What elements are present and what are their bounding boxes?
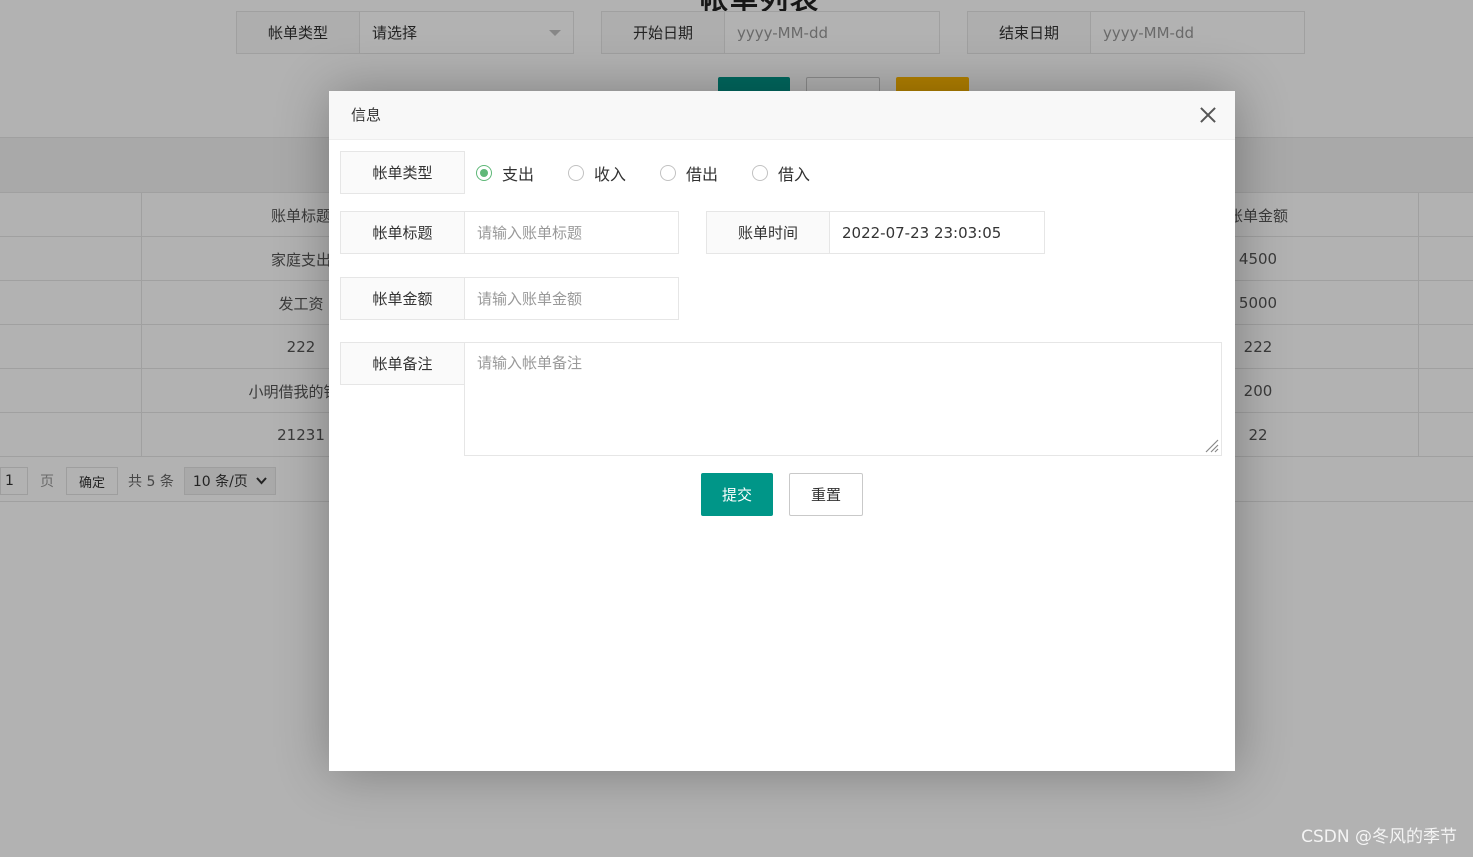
reset-button[interactable]: 重置	[789, 473, 863, 516]
remark-placeholder: 请输入帐单备注	[477, 354, 583, 372]
bill-remark-textarea[interactable]: 请输入帐单备注	[464, 342, 1222, 456]
bill-remark-label: 帐单备注	[340, 342, 465, 385]
close-icon[interactable]	[1199, 106, 1217, 124]
bill-remark-field: 帐单备注	[340, 342, 465, 385]
radio-expense[interactable]: 支出	[476, 161, 534, 185]
radio-label: 借出	[686, 164, 719, 184]
radio-unchecked-icon	[752, 164, 769, 181]
resize-handle-icon[interactable]	[1203, 437, 1219, 453]
bill-amount-field: 帐单金额 请输入账单金额	[340, 277, 679, 320]
bill-title-label: 帐单标题	[340, 211, 465, 254]
radio-label: 收入	[594, 164, 627, 184]
radio-income[interactable]: 收入	[568, 161, 626, 185]
radio-borrow-in[interactable]: 借入	[752, 161, 810, 185]
submit-button[interactable]: 提交	[701, 473, 773, 516]
radio-label: 借入	[778, 164, 811, 184]
dialog-header: 信息	[329, 91, 1235, 140]
radio-unchecked-icon	[568, 164, 585, 181]
bill-type-label: 帐单类型	[340, 151, 465, 194]
bill-amount-label: 帐单金额	[340, 277, 465, 320]
watermark: CSDN @冬风的季节	[1301, 827, 1457, 847]
bill-title-input[interactable]: 请输入账单标题	[465, 211, 679, 254]
radio-label: 支出	[502, 164, 535, 184]
bill-time-input[interactable]: 2022-07-23 23:03:05	[830, 211, 1045, 254]
radio-lend-out[interactable]: 借出	[660, 161, 718, 185]
bill-title-field: 帐单标题 请输入账单标题	[340, 211, 679, 254]
radio-unchecked-icon	[660, 164, 677, 181]
bill-time-field: 账单时间 2022-07-23 23:03:05	[706, 211, 1045, 254]
dialog-title: 信息	[351, 106, 382, 124]
bill-type-radio-group: 支出 收入 借出 借入	[476, 151, 844, 194]
bill-edit-dialog: 信息 帐单类型 支出 收入 借出 借入 帐单标题 请输入账单标题 账单时间 20…	[329, 91, 1235, 771]
bill-time-label: 账单时间	[706, 211, 830, 254]
radio-checked-icon	[476, 164, 492, 181]
bill-type-field: 帐单类型	[340, 151, 465, 194]
bill-amount-input[interactable]: 请输入账单金额	[465, 277, 679, 320]
